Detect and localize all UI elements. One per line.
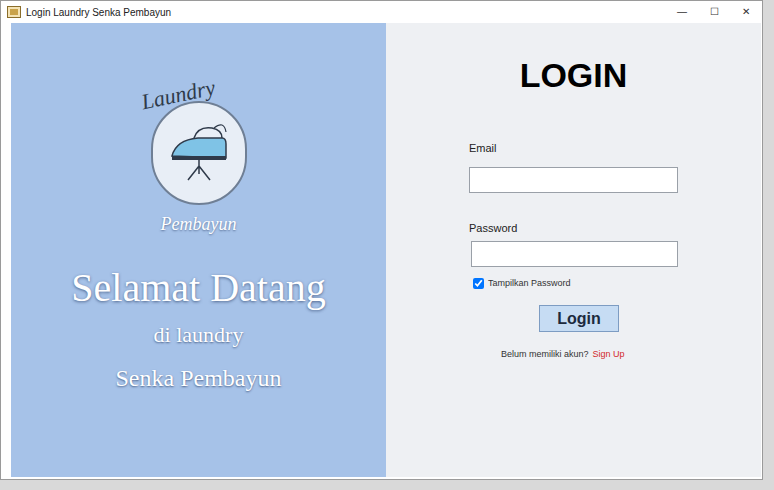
login-button[interactable]: Login — [539, 305, 619, 332]
welcome-line-1: di laundry — [154, 321, 244, 349]
login-panel: LOGIN Email Password Tampilkan Password … — [386, 23, 761, 477]
login-title: LOGIN — [520, 55, 628, 95]
signup-prompt: Belum memiliki akun? — [501, 348, 589, 360]
password-field[interactable] — [471, 241, 678, 267]
window-controls: —☐✕ — [666, 2, 762, 22]
login-window: Login Laundry Senka Pembayun —☐✕ Laundry… — [0, 0, 763, 480]
window-body: Laundry Pembayun Selamat Datang di laund… — [1, 23, 762, 479]
maximize-button[interactable]: ☐ — [698, 2, 730, 22]
show-password-checkbox[interactable] — [473, 278, 484, 289]
email-label: Email — [469, 141, 679, 155]
welcome-panel: Laundry Pembayun Selamat Datang di laund… — [11, 23, 386, 477]
title-bar: Login Laundry Senka Pembayun —☐✕ — [1, 1, 762, 23]
signup-link[interactable]: Sign Up — [593, 348, 625, 360]
logo — [151, 101, 247, 205]
minimize-button[interactable]: — — [666, 2, 698, 22]
close-button[interactable]: ✕ — [730, 2, 762, 22]
brand-subtitle: Pembayun — [161, 213, 237, 235]
welcome-line-2: Senka Pembayun — [116, 363, 282, 393]
email-field[interactable] — [469, 167, 678, 193]
app-icon — [7, 6, 21, 18]
show-password-label: Tampilkan Password — [488, 277, 571, 289]
window-title: Login Laundry Senka Pembayun — [26, 5, 171, 20]
password-label: Password — [469, 221, 679, 235]
signup-row: Belum memiliki akun? Sign Up — [501, 348, 679, 360]
welcome-heading: Selamat Datang — [71, 265, 325, 311]
show-password-row[interactable]: Tampilkan Password — [473, 277, 679, 289]
iron-icon — [164, 118, 234, 188]
